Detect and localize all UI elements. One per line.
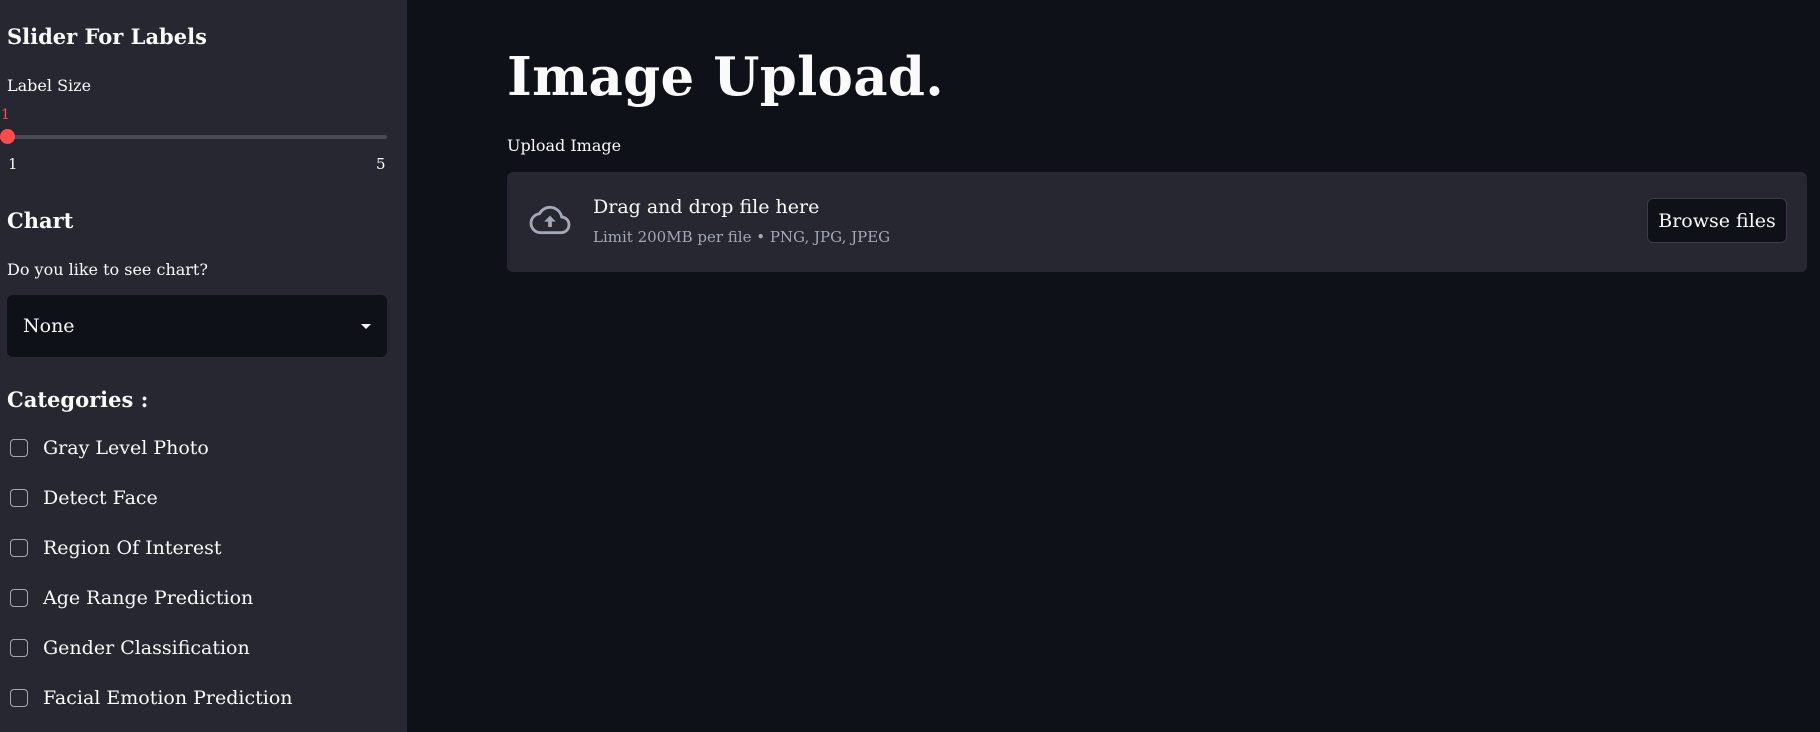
main-content: Image Upload. Upload Image Drag and drop… [407,0,1820,732]
checkbox-label: Region Of Interest [43,537,222,559]
upload-label: Upload Image [507,136,622,155]
chevron-down-icon [361,323,371,329]
checkbox-label: Detect Face [43,487,158,509]
chart-select-value: None [23,315,75,337]
slider-value: 1 [1,107,10,123]
slider-min-label: 1 [8,155,18,173]
checkbox[interactable] [10,689,28,707]
slider-thumb[interactable] [0,129,15,144]
categories-heading: Categories : [7,387,149,412]
chart-heading: Chart [7,208,74,233]
slider-label: Label Size [7,76,92,95]
category-checkbox-row[interactable]: Gender Classification [10,633,250,663]
checkbox[interactable] [10,539,28,557]
dropzone-title: Drag and drop file here [593,196,820,218]
category-checkbox-row[interactable]: Age Range Prediction [10,583,253,613]
category-checkbox-row[interactable]: Region Of Interest [10,533,222,563]
file-dropzone[interactable]: Drag and drop file here Limit 200MB per … [507,172,1807,272]
slider-track[interactable] [7,135,387,139]
slider-max-label: 5 [376,155,386,173]
checkbox[interactable] [10,489,28,507]
checkbox-label: Age Range Prediction [43,587,254,609]
category-checkbox-row[interactable]: Facial Emotion Prediction [10,683,293,713]
browse-files-button[interactable]: Browse files [1647,198,1787,243]
category-checkbox-row[interactable]: Gray Level Photo [10,433,209,463]
sidebar: Slider For Labels Label Size 1 1 5 Chart… [0,0,407,732]
page-title: Image Upload. [507,46,944,108]
checkbox-label: Gray Level Photo [43,437,209,459]
chart-question: Do you like to see chart? [7,260,208,279]
checkbox-label: Gender Classification [43,637,250,659]
category-checkbox-row[interactable]: Detect Face [10,483,158,513]
checkbox[interactable] [10,439,28,457]
checkbox[interactable] [10,589,28,607]
slider-heading: Slider For Labels [7,24,207,49]
checkbox-label: Facial Emotion Prediction [43,687,293,709]
checkbox[interactable] [10,639,28,657]
dropzone-subtitle: Limit 200MB per file • PNG, JPG, JPEG [593,228,891,246]
chart-select[interactable]: None [7,295,387,357]
cloud-upload-icon [529,205,571,235]
